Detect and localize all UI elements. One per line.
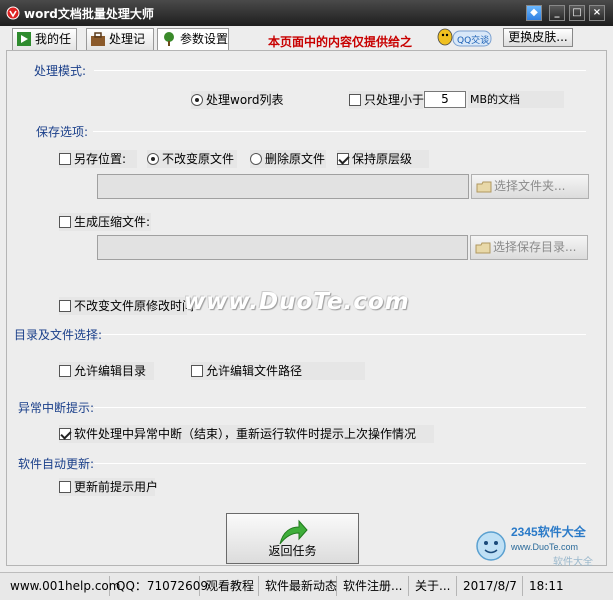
- radio-keep-original[interactable]: 不改变原文件: [147, 150, 237, 168]
- checkbox-icon: [59, 365, 71, 377]
- select-save-dir-button[interactable]: 选择保存目录...: [470, 235, 588, 260]
- checkbox-label: 更新前提示用户: [74, 480, 159, 494]
- checkbox-label: 另存位置:: [74, 152, 127, 166]
- checkbox-icon: [191, 365, 203, 377]
- folder-icon: [475, 242, 491, 254]
- radio-icon: [191, 94, 203, 106]
- section-abnormal-prompt: 异常中断提示:: [18, 401, 95, 415]
- checkbox-allow-edit-dir[interactable]: 允许编辑目录: [59, 362, 154, 380]
- checkbox-icon: [349, 94, 361, 106]
- checkbox-icon: [59, 216, 71, 228]
- checkbox-keep-mtime[interactable]: 不改变文件原修改时间: [59, 297, 194, 315]
- tab-records[interactable]: 处理记录: [86, 28, 154, 66]
- radio-icon: [250, 153, 262, 165]
- checkbox-icon: [59, 481, 71, 493]
- checkbox-label: 不改变文件原修改时间: [74, 299, 195, 313]
- status-time: 18:11: [529, 579, 564, 593]
- radio-icon: [147, 153, 159, 165]
- button-label: 选择文件夹...: [494, 179, 566, 193]
- checkbox-save-as[interactable]: 另存位置:: [59, 150, 137, 168]
- checkbox-label: 只处理小于: [364, 93, 425, 107]
- save-folder-input[interactable]: [97, 174, 469, 199]
- checkbox-only-small[interactable]: 只处理小于: [349, 91, 425, 109]
- divider: [94, 70, 586, 71]
- status-about-link[interactable]: 关于...: [411, 576, 457, 596]
- maximize-button[interactable]: □: [569, 5, 585, 21]
- minimize-button[interactable]: _: [549, 5, 565, 21]
- checkbox-label: 保持原层级: [352, 152, 413, 166]
- section-dir-selection: 目录及文件选择:: [14, 328, 103, 342]
- briefcase-icon: [91, 32, 105, 46]
- tab-my-tasks[interactable]: 我的任务: [12, 28, 77, 66]
- checkbox-icon: [59, 300, 71, 312]
- checkbox-icon: [337, 153, 349, 165]
- divider: [94, 463, 586, 464]
- app-window: word文档批量处理大师 ◆ _ □ × 我的任务 处理记录 参数设置 本页面中…: [0, 0, 613, 600]
- window-title: word文档批量处理大师: [24, 7, 154, 21]
- status-register-link[interactable]: 软件注册...: [339, 576, 409, 596]
- radio-process-word-list[interactable]: 处理word列表: [191, 91, 284, 109]
- change-skin-button[interactable]: 更换皮肤...: [503, 28, 573, 47]
- tab-settings[interactable]: 参数设置: [157, 28, 229, 51]
- return-to-tasks-button[interactable]: 返回任务: [226, 513, 359, 564]
- checkbox-label: 软件处理中异常中断（结束），重新运行软件时提示上次操作情况: [74, 427, 417, 441]
- size-limit-input[interactable]: 5: [424, 91, 466, 108]
- notice-text: 本页面中的内容仅提供给之: [268, 35, 413, 49]
- logo-brand: 2345软件大全: [511, 524, 587, 539]
- checkbox-icon: [59, 153, 71, 165]
- title-bar: word文档批量处理大师 ◆ _ □ ×: [0, 0, 613, 26]
- section-auto-update: 软件自动更新:: [18, 457, 95, 471]
- select-folder-button[interactable]: 选择文件夹...: [471, 174, 589, 199]
- checkbox-keep-hierarchy[interactable]: 保持原层级: [337, 150, 429, 168]
- radio-label: 处理word列表: [206, 93, 284, 107]
- tab-label: 参数设置: [180, 32, 229, 46]
- section-processing-mode: 处理模式:: [34, 64, 87, 78]
- play-icon: [17, 32, 31, 46]
- checkbox-label: 允许编辑文件路径: [206, 364, 303, 378]
- divider: [101, 334, 586, 335]
- skin-icon[interactable]: ◆: [526, 5, 542, 21]
- logo-url: www.DuoTe.com: [510, 542, 578, 552]
- divider: [94, 407, 586, 408]
- app-logo-icon: [6, 6, 20, 20]
- status-date: 2017/8/7: [459, 576, 523, 596]
- watermark-text: www.DuoTe.com: [184, 289, 410, 315]
- checkbox-update-prompt[interactable]: 更新前提示用户: [59, 478, 159, 496]
- tree-icon: [164, 32, 174, 46]
- logo-caption: 软件大全: [553, 555, 593, 568]
- radio-label: 删除原文件: [265, 152, 326, 166]
- site-logo: 2345软件大全 www.DuoTe.com 软件大全: [476, 524, 593, 568]
- button-label: 选择保存目录...: [493, 240, 577, 254]
- status-tutorial-link[interactable]: 观看教程: [202, 576, 259, 596]
- folder-icon: [476, 181, 492, 193]
- checkbox-allow-edit-path[interactable]: 允许编辑文件路径: [191, 362, 365, 380]
- status-site-link[interactable]: www.001help.com: [6, 576, 120, 596]
- status-qq: QQ：71072609: [112, 576, 208, 596]
- archive-path-input[interactable]: [97, 235, 468, 260]
- checkbox-label: 生成压缩文件:: [74, 215, 151, 229]
- size-suffix-label: MB的文档: [468, 91, 564, 108]
- status-bar: www.001help.com QQ：71072609 观看教程 软件最新动态 …: [0, 572, 613, 600]
- checkbox-icon: [59, 428, 71, 440]
- checkbox-label: 允许编辑目录: [74, 364, 147, 378]
- radio-delete-original[interactable]: 删除原文件: [250, 150, 326, 168]
- return-button-label: 返回任务: [268, 544, 317, 558]
- radio-label: 不改变原文件: [162, 152, 235, 166]
- checkbox-gen-archive[interactable]: 生成压缩文件:: [59, 213, 151, 231]
- close-button[interactable]: ×: [589, 5, 605, 21]
- divider: [93, 131, 586, 132]
- qq-chat-label[interactable]: QQ交谈: [457, 33, 489, 46]
- checkbox-abnormal-prompt[interactable]: 软件处理中异常中断（结束），重新运行软件时提示上次操作情况: [59, 425, 434, 443]
- status-news-link[interactable]: 软件最新动态: [261, 576, 337, 596]
- section-save-options: 保存选项:: [36, 125, 89, 139]
